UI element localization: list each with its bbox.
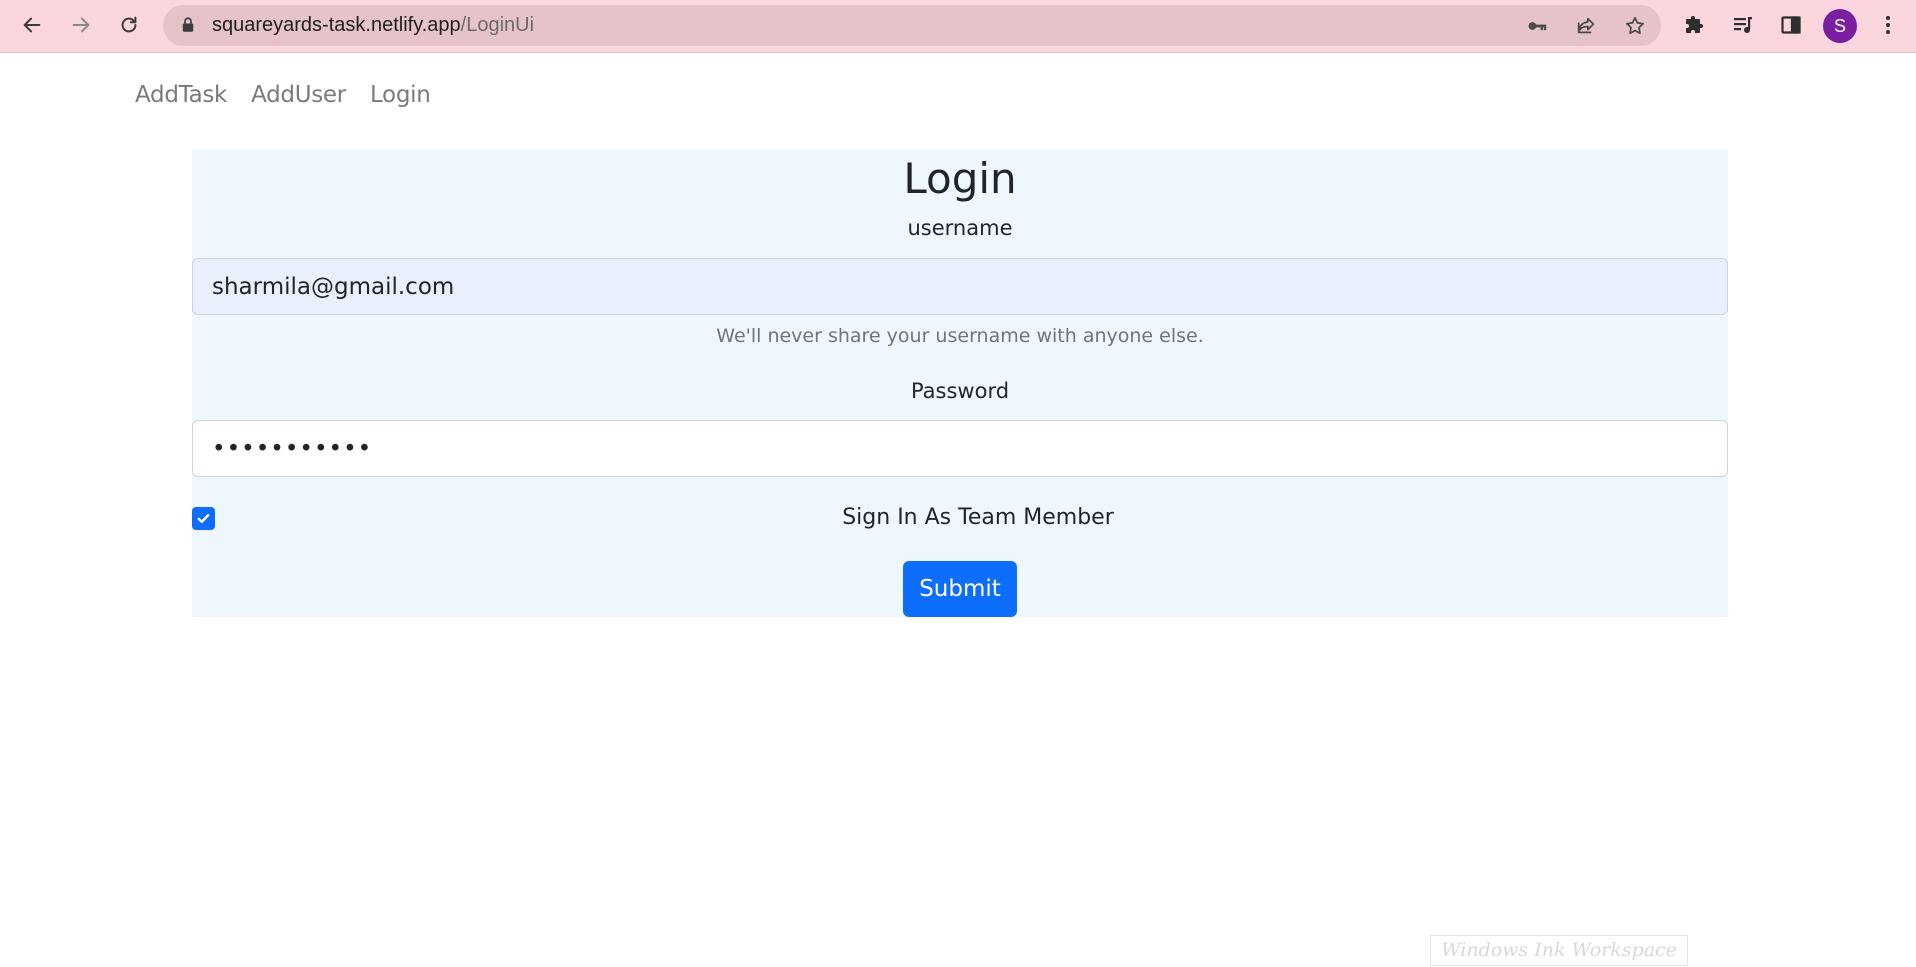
nav-link-login[interactable]: Login xyxy=(370,82,431,108)
url-path: /LoginUi xyxy=(460,14,535,36)
profile-avatar[interactable]: S xyxy=(1823,9,1857,43)
share-icon[interactable] xyxy=(1575,15,1597,37)
username-input[interactable] xyxy=(192,258,1728,315)
top-nav: AddTask AddUser Login xyxy=(135,82,431,108)
browser-toolbar: squareyards-task.netlify.app/LoginUi S xyxy=(0,0,1916,53)
login-title: Login xyxy=(903,154,1017,203)
password-input[interactable] xyxy=(192,420,1728,477)
kebab-menu-icon[interactable] xyxy=(1876,13,1900,37)
lock-icon[interactable] xyxy=(179,16,197,34)
arrow-left-icon[interactable] xyxy=(17,10,47,40)
reload-icon[interactable] xyxy=(114,10,144,40)
username-help-text: We'll never share your username with any… xyxy=(716,325,1204,347)
url-text[interactable]: squareyards-task.netlify.app/LoginUi xyxy=(212,5,534,46)
key-icon[interactable] xyxy=(1526,15,1548,37)
url-host: squareyards-task.netlify.app xyxy=(212,14,461,36)
windows-ink-watermark: Windows Ink Workspace xyxy=(1430,935,1688,966)
nav-link-addtask[interactable]: AddTask xyxy=(135,82,227,108)
username-label: username xyxy=(907,216,1013,240)
nav-link-adduser[interactable]: AddUser xyxy=(251,82,346,108)
arrow-right-icon[interactable] xyxy=(66,10,96,40)
side-panel-icon[interactable] xyxy=(1779,13,1803,37)
submit-button[interactable]: Submit xyxy=(903,561,1017,617)
media-control-icon[interactable] xyxy=(1731,13,1755,37)
puzzle-icon[interactable] xyxy=(1683,13,1707,37)
address-bar[interactable]: squareyards-task.netlify.app/LoginUi xyxy=(163,5,1661,46)
star-icon[interactable] xyxy=(1624,15,1646,37)
login-form: Login username We'll never share your us… xyxy=(192,150,1728,617)
team-member-label[interactable]: Sign In As Team Member xyxy=(192,505,1764,530)
password-label: Password xyxy=(910,379,1010,403)
